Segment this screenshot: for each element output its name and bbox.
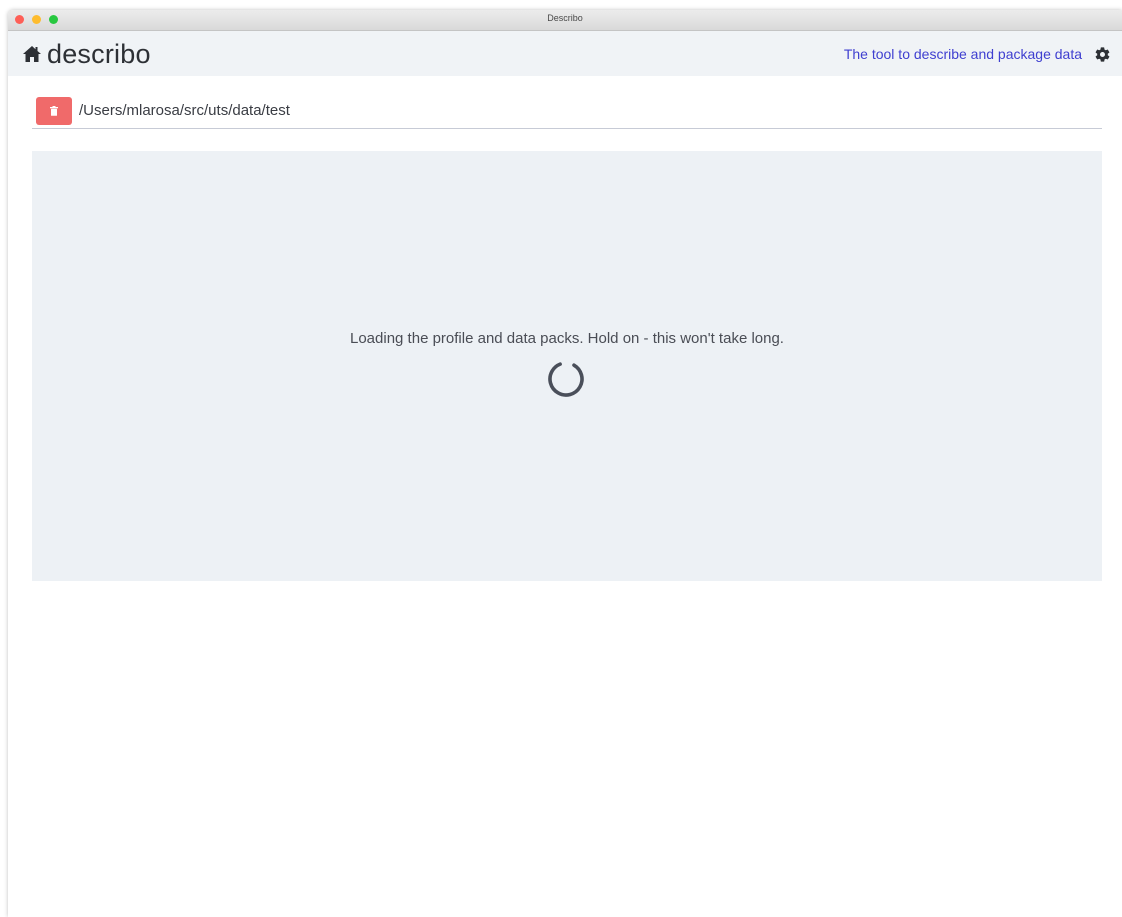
spinner-icon (548, 361, 584, 397)
selected-folder-bar: /Users/mlarosa/src/uts/data/test (32, 96, 1102, 129)
app-header: describo The tool to describe and packag… (8, 31, 1122, 76)
loading-message: Loading the profile and data packs. Hold… (350, 330, 784, 347)
app-brand-name: describo (47, 39, 151, 69)
folder-path: /Users/mlarosa/src/uts/data/test (79, 102, 290, 119)
home-icon (23, 46, 41, 62)
home-link[interactable]: describo (22, 40, 151, 68)
loading-panel: Loading the profile and data packs. Hold… (32, 151, 1102, 581)
tagline-link[interactable]: The tool to describe and package data (844, 46, 1082, 62)
window-titlebar: Describo (8, 10, 1122, 31)
trash-icon (50, 106, 58, 116)
remove-folder-button[interactable] (36, 97, 72, 125)
window-title: Describo (547, 13, 583, 23)
app-window: Describo describo The tool to describe a… (8, 10, 1122, 917)
gear-icon[interactable] (1094, 46, 1111, 63)
